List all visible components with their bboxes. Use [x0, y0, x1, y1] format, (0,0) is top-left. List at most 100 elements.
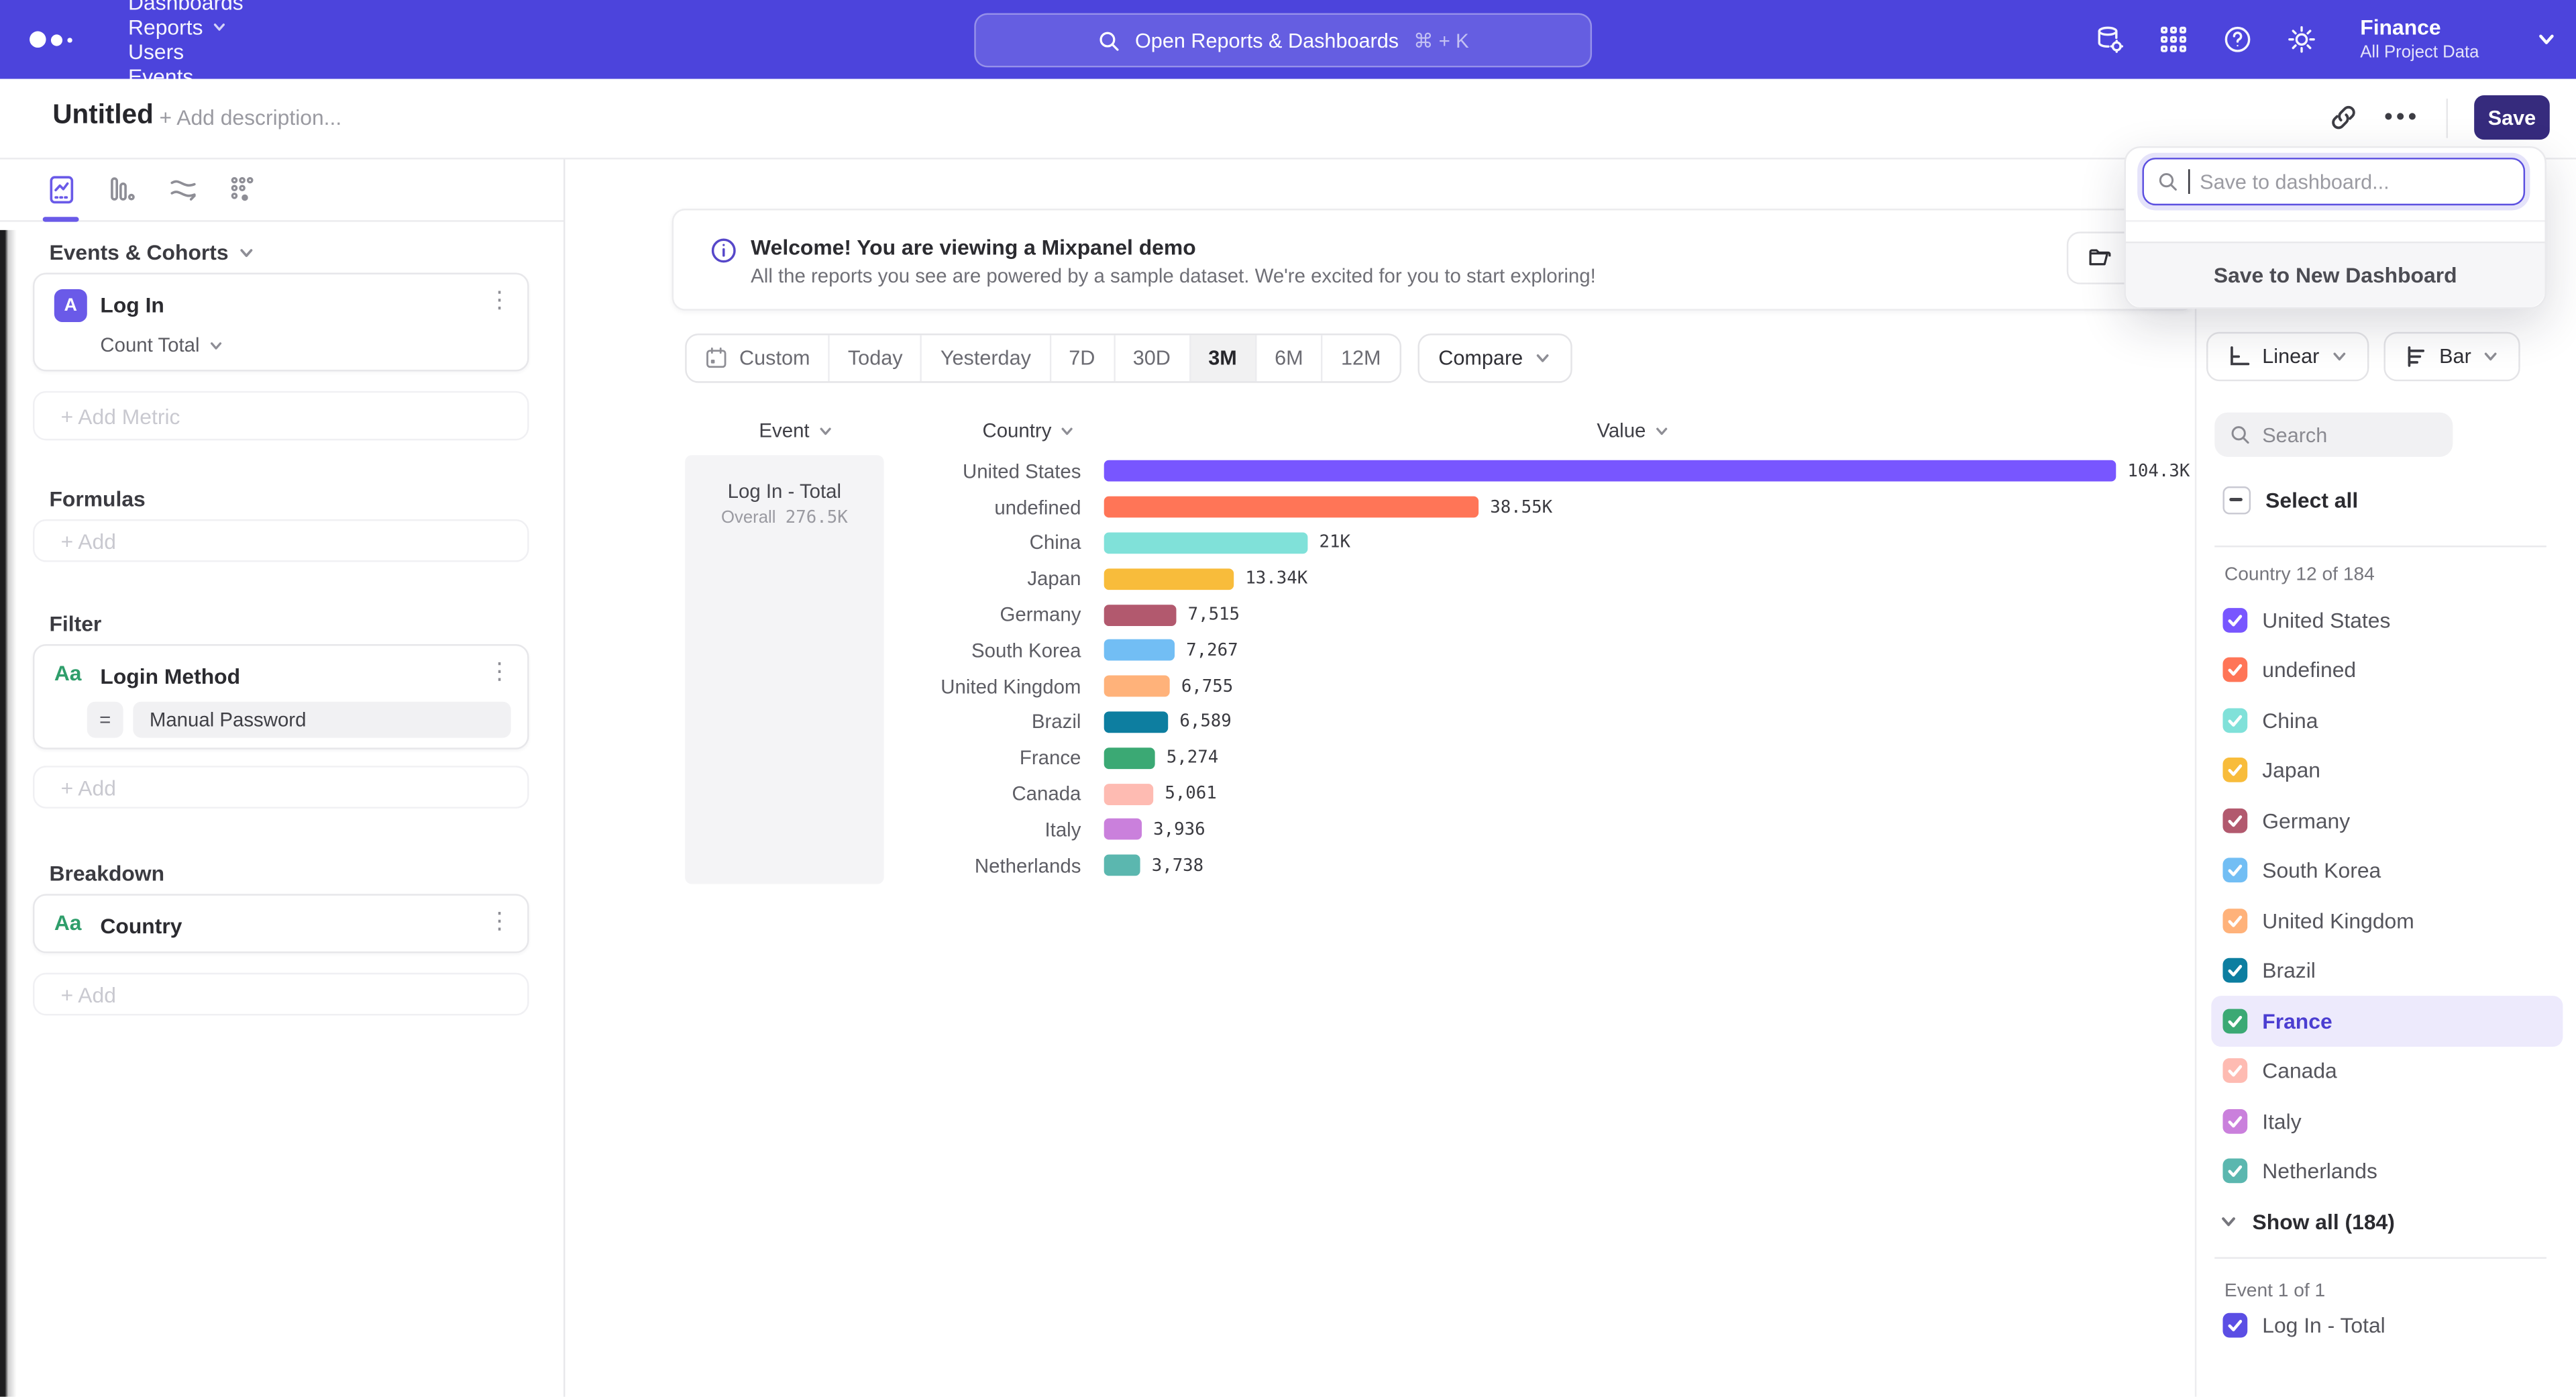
chart-type-selector-button[interactable]: Bar [2383, 332, 2520, 381]
add-formula-button[interactable]: + Add [33, 519, 529, 562]
tab-funnels-icon[interactable] [103, 164, 140, 213]
metric-event-name[interactable]: Log In [100, 293, 164, 317]
settings-gear-icon[interactable] [2286, 25, 2316, 54]
filter-property-name[interactable]: Login Method [100, 664, 240, 688]
country-checkbox[interactable] [2222, 808, 2247, 833]
project-switcher[interactable]: Finance All Project Data [2360, 15, 2479, 64]
date-range-button[interactable]: 12M [1323, 335, 1399, 382]
country-checkbox[interactable] [2222, 1008, 2247, 1033]
compare-button[interactable]: Compare [1417, 333, 1572, 382]
column-header-value[interactable]: Value [1597, 419, 1668, 442]
chart-bar[interactable] [1104, 747, 1155, 769]
country-filter-item[interactable]: Brazil [2211, 945, 2563, 996]
scale-selector-button[interactable]: Linear [2206, 332, 2369, 381]
apps-grid-icon[interactable] [2158, 25, 2188, 54]
global-search-bar[interactable]: Open Reports & Dashboards ⌘ + K [974, 13, 1592, 68]
chart-bar[interactable] [1104, 568, 1234, 590]
chart-bar[interactable] [1104, 676, 1170, 697]
country-checkbox[interactable] [2222, 1159, 2247, 1184]
chart-bar[interactable] [1104, 640, 1175, 662]
kebab-menu-icon[interactable]: ⋮ [488, 659, 511, 682]
save-dashboard-search-input[interactable]: Save to dashboard... [2142, 158, 2525, 205]
tab-flows-icon[interactable] [225, 164, 262, 213]
add-breakdown-button[interactable]: + Add [33, 973, 529, 1016]
add-filter-button[interactable]: + Add [33, 766, 529, 809]
country-checkbox[interactable] [2222, 658, 2247, 682]
select-all-row[interactable]: Select all [2222, 486, 2358, 515]
check-icon [2226, 761, 2244, 779]
save-to-new-dashboard-button[interactable]: Save to New Dashboard [2126, 242, 2544, 307]
metric-card-log-in[interactable]: A Log In ⋮ Count Total [33, 273, 529, 372]
filter-card-login-method[interactable]: Aa Login Method ⋮ = Manual Password [33, 644, 529, 749]
chart-bar[interactable] [1104, 711, 1169, 733]
chart-bar[interactable] [1104, 532, 1308, 554]
kebab-menu-icon[interactable]: ⋮ [488, 909, 511, 931]
date-range-button[interactable]: Today [830, 335, 922, 382]
country-checkbox[interactable] [2222, 1059, 2247, 1084]
aggregation-selector[interactable]: Count Total [100, 333, 222, 356]
kebab-menu-icon[interactable]: ⋮ [488, 288, 511, 311]
column-header-country[interactable]: Country [982, 419, 1074, 442]
country-filter-item[interactable]: Japan [2211, 745, 2563, 796]
copy-link-icon[interactable] [2330, 103, 2358, 132]
nav-item[interactable]: Events [128, 64, 244, 89]
date-range-button[interactable]: Yesterday [922, 335, 1051, 382]
country-filter-item[interactable]: United States [2211, 595, 2563, 645]
nav-item[interactable]: Dashboards [128, 0, 244, 15]
select-all-checkbox-indeterminate[interactable] [2222, 486, 2251, 515]
events-cohorts-header[interactable]: Events & Cohorts [49, 240, 254, 265]
country-checkbox[interactable] [2222, 708, 2247, 733]
filter-value[interactable]: Manual Password [133, 702, 511, 738]
country-group-label: Country 12 of 184 [2224, 565, 2375, 584]
report-title[interactable]: Untitled [52, 100, 153, 132]
country-filter-item[interactable]: undefined [2211, 645, 2563, 695]
country-filter-item[interactable]: France [2211, 996, 2563, 1046]
date-range-button[interactable]: 3M [1190, 335, 1256, 382]
event-checkbox[interactable] [2222, 1313, 2247, 1338]
save-button[interactable]: Save [2474, 95, 2550, 140]
country-checkbox[interactable] [2222, 608, 2247, 633]
column-header-event[interactable]: Event [759, 419, 832, 442]
chart-bar[interactable] [1104, 461, 2116, 482]
country-checkbox[interactable] [2222, 1108, 2247, 1133]
nav-item[interactable]: Users [128, 40, 244, 64]
tab-insights-icon[interactable] [43, 164, 79, 213]
nav-right-cluster: Finance All Project Data [2094, 0, 2557, 79]
filter-operator[interactable]: = [87, 702, 123, 738]
event-filter-item[interactable]: Log In - Total [2222, 1313, 2385, 1338]
country-filter-item[interactable]: Netherlands [2211, 1146, 2563, 1196]
country-filter-item[interactable]: China [2211, 695, 2563, 745]
chart-bar[interactable] [1104, 783, 1153, 805]
chart-bar[interactable] [1104, 604, 1177, 625]
country-filter-item[interactable]: South Korea [2211, 845, 2563, 896]
tab-retention-icon[interactable] [164, 164, 201, 213]
add-description-placeholder[interactable]: + Add description... [160, 105, 342, 130]
date-range-button[interactable]: Custom [687, 335, 830, 382]
chart-bar[interactable] [1104, 819, 1142, 840]
country-checkbox[interactable] [2222, 909, 2247, 933]
country-checkbox[interactable] [2222, 958, 2247, 983]
mixpanel-logo-icon[interactable] [30, 32, 85, 48]
help-icon[interactable] [2222, 25, 2252, 54]
country-filter-item[interactable]: Canada [2211, 1046, 2563, 1096]
country-checkbox[interactable] [2222, 858, 2247, 883]
chart-bar[interactable] [1104, 497, 1479, 518]
country-filter-item[interactable]: Germany [2211, 795, 2563, 845]
breakdown-card-country[interactable]: Aa Country ⋮ [33, 894, 529, 953]
more-options-icon[interactable]: ••• [2384, 103, 2420, 132]
series-search-input[interactable]: Search [2214, 413, 2453, 457]
country-checkbox[interactable] [2222, 758, 2247, 783]
event-series-cell[interactable]: Log In - Total Overall 276.5K [685, 455, 883, 884]
chevron-down-icon[interactable] [2536, 30, 2556, 49]
date-range-button[interactable]: 30D [1115, 335, 1191, 382]
date-range-button[interactable]: 7D [1051, 335, 1114, 382]
breakdown-property-name[interactable]: Country [100, 914, 182, 939]
data-management-icon[interactable] [2094, 25, 2124, 54]
nav-item[interactable]: Reports [128, 15, 244, 40]
country-filter-item[interactable]: Italy [2211, 1096, 2563, 1146]
country-filter-item[interactable]: United Kingdom [2211, 896, 2563, 946]
date-range-button[interactable]: 6M [1256, 335, 1323, 382]
show-all-toggle[interactable]: Show all (184) [2220, 1209, 2395, 1234]
chart-bar[interactable] [1104, 855, 1140, 876]
add-metric-button[interactable]: + Add Metric [33, 391, 529, 440]
